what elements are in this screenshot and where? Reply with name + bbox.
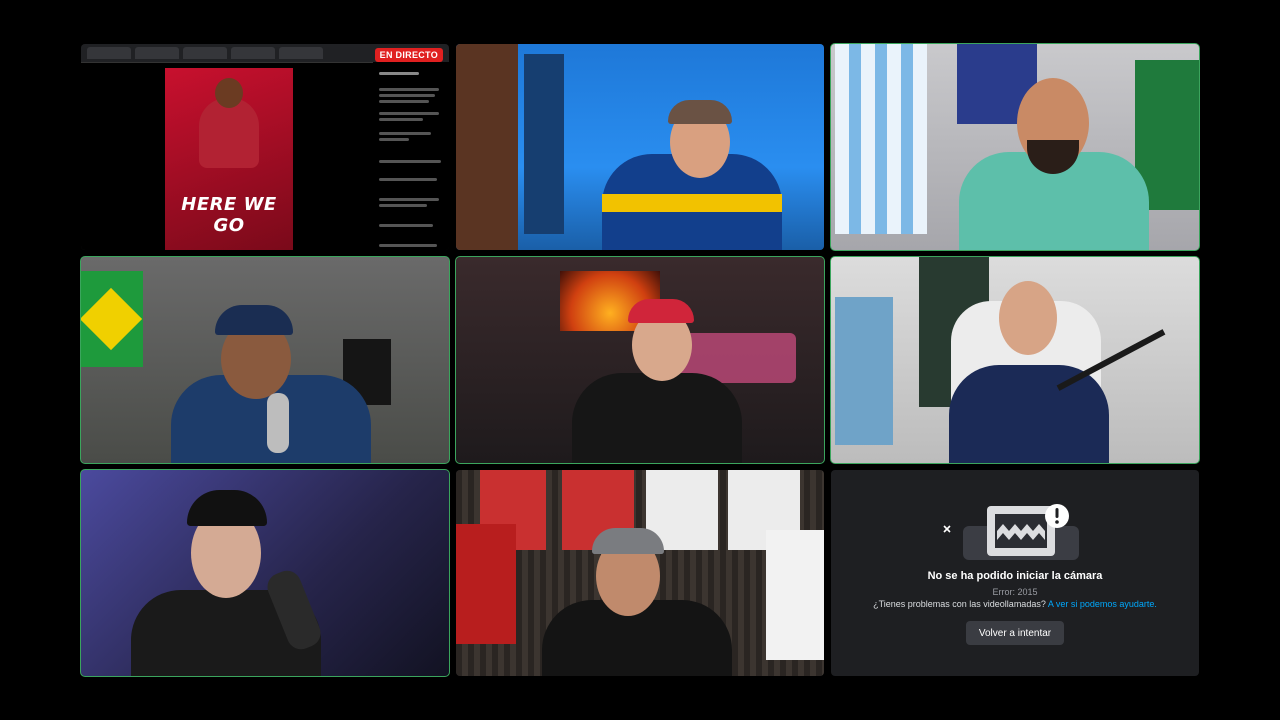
- help-line: ¿Tienes problemas con las videollamadas?…: [831, 599, 1199, 609]
- participant-tile-speaking[interactable]: [80, 469, 450, 677]
- tweet-line: [379, 118, 423, 121]
- shirt-stripe: [602, 194, 782, 212]
- tweet-line: [379, 244, 437, 247]
- tweet-line: [379, 88, 439, 91]
- browser-tab: [183, 47, 227, 59]
- warning-icon: [1045, 504, 1069, 528]
- tweet-line: [379, 224, 433, 227]
- poster: [835, 297, 893, 445]
- jersey-red: [456, 524, 516, 644]
- person-body: [949, 365, 1109, 463]
- tweet-line: [379, 132, 431, 135]
- camera-error-title: No se ha podido iniciar la cámara: [927, 570, 1103, 582]
- retry-button[interactable]: Volver a intentar: [966, 621, 1064, 645]
- cap: [628, 299, 694, 323]
- cap: [592, 528, 664, 554]
- browser-tab: [135, 47, 179, 59]
- door: [456, 44, 518, 250]
- tweet-line: [379, 100, 429, 103]
- help-text: ¿Tienes problemas con las videollamadas?: [873, 599, 1046, 609]
- live-badge: EN DIRECTO: [374, 48, 443, 62]
- participant-tile-speaking[interactable]: [455, 256, 825, 464]
- camera-error-tile: No se ha podido iniciar la cámara Error:…: [831, 470, 1199, 676]
- participant-tile[interactable]: [456, 470, 824, 676]
- microphone: [267, 393, 289, 453]
- participant-tile-speaking[interactable]: [830, 256, 1200, 464]
- camera-icon: [963, 506, 1079, 560]
- tweet-line: [379, 94, 435, 97]
- tweet-line: [379, 112, 439, 115]
- screen-share-tile[interactable]: EN DIRECTO HERE WE GO: [81, 44, 449, 250]
- browser-tab: [231, 47, 275, 59]
- participant-tile[interactable]: [456, 44, 824, 250]
- tweet-line: [379, 204, 427, 207]
- cap: [668, 100, 732, 124]
- close-icon: [943, 525, 951, 533]
- poster: [524, 54, 564, 234]
- help-link[interactable]: A ver si podemos ayudarte.: [1048, 599, 1157, 609]
- tweet-line: [379, 72, 419, 75]
- cap: [215, 305, 293, 335]
- jersey-white: [766, 530, 824, 660]
- tweet-line: [379, 198, 439, 201]
- person-head: [999, 281, 1057, 355]
- browser-tab: [87, 47, 131, 59]
- error-code: Error: 2015: [992, 587, 1038, 597]
- browser-tab: [279, 47, 323, 59]
- tweet-line: [379, 160, 441, 163]
- tweet-line: [379, 178, 437, 181]
- promo-headline: HERE WE GO: [181, 194, 277, 236]
- tweet-line: [379, 138, 409, 141]
- player-silhouette: [199, 98, 259, 168]
- person-body: [572, 373, 742, 463]
- player-head: [215, 78, 243, 108]
- tweet-panel: [373, 62, 449, 250]
- participant-tile-speaking[interactable]: [80, 256, 450, 464]
- promo-image: HERE WE GO: [165, 68, 293, 250]
- participant-tile-speaking[interactable]: [830, 43, 1200, 251]
- jersey-argentina: [835, 44, 927, 234]
